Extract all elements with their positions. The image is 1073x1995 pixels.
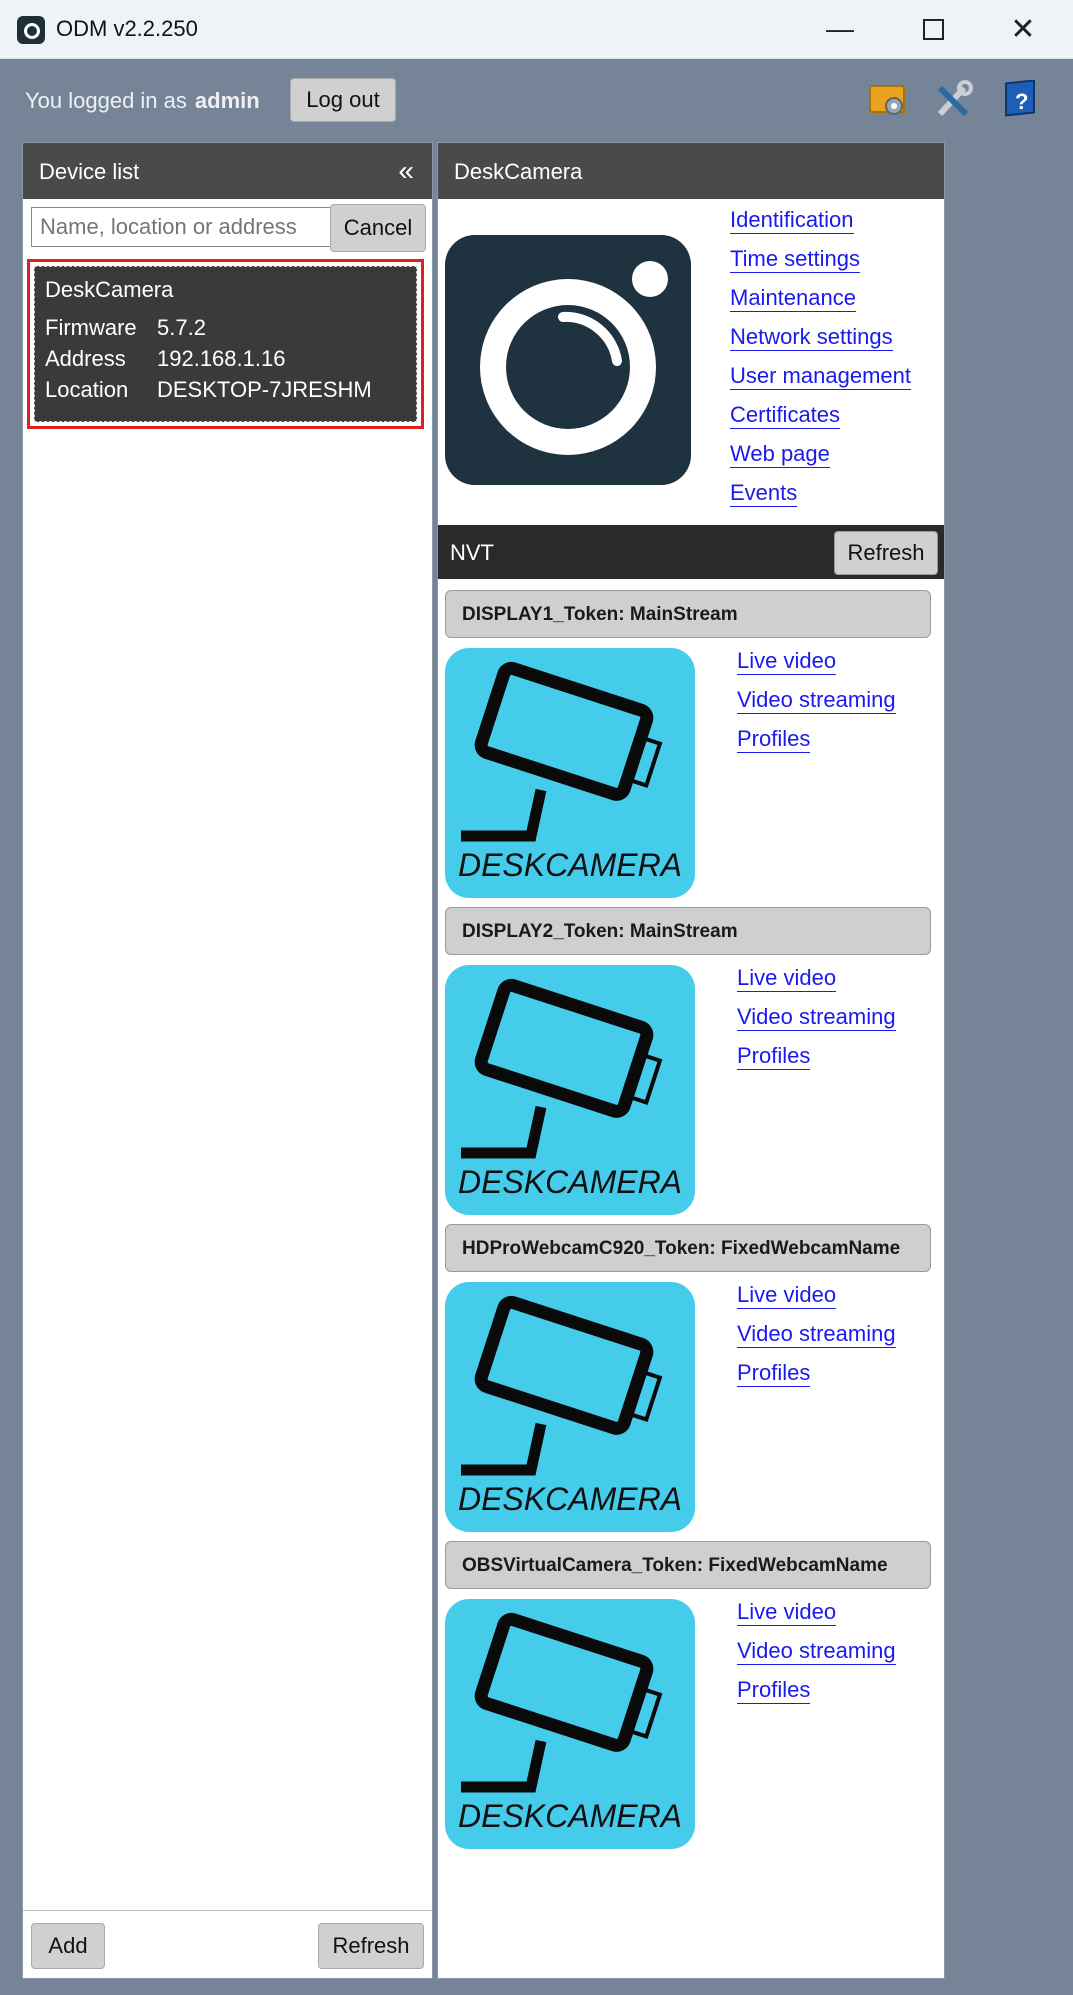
title-bar: ODM v2.2.250 — ✕	[0, 0, 1073, 59]
security-camera-icon	[461, 978, 663, 1159]
add-device-button[interactable]: Add	[31, 1923, 105, 1969]
minimize-button[interactable]: —	[800, 0, 880, 58]
link-live-video[interactable]: Live video	[737, 1282, 837, 1309]
link-video-streaming[interactable]: Video streaming	[737, 1004, 896, 1031]
device-row-value: 5.7.2	[157, 315, 206, 340]
collapse-chevron-icon[interactable]: «	[398, 155, 414, 187]
link-events[interactable]: Events	[730, 480, 798, 507]
link-certificates[interactable]: Certificates	[730, 402, 841, 429]
tile-label: DESKCAMERA	[457, 847, 683, 883]
profile-links: Live video Video streaming Profiles	[737, 1599, 896, 1716]
device-firmware-row: Firmware 5.7.2	[45, 315, 406, 346]
link-user-management[interactable]: User management	[730, 363, 911, 390]
link-maintenance[interactable]: Maintenance	[730, 285, 856, 312]
tile-label: DESKCAMERA	[457, 1481, 683, 1517]
security-camera-icon	[461, 1612, 663, 1793]
link-profiles[interactable]: Profiles	[737, 1360, 811, 1387]
link-web-page[interactable]: Web page	[730, 441, 830, 468]
link-live-video[interactable]: Live video	[737, 965, 837, 992]
device-detail-panel: DeskCamera Identification Time settings …	[437, 142, 945, 1979]
profile-header: OBSVirtualCamera_Token: FixedWebcamName	[445, 1541, 931, 1589]
svg-text:?: ?	[1015, 89, 1028, 114]
device-list-title: Device list	[39, 159, 140, 184]
profile-snapshot[interactable]: DESKCAMERA	[445, 965, 695, 1215]
app-logo-icon	[17, 16, 45, 44]
link-network-settings[interactable]: Network settings	[730, 324, 893, 351]
device-row-key: Address	[45, 346, 126, 371]
tile-label: DESKCAMERA	[457, 1798, 683, 1834]
link-profiles[interactable]: Profiles	[737, 1043, 811, 1070]
tools-icon[interactable]	[934, 80, 974, 120]
profile-links: Live video Video streaming Profiles	[737, 648, 896, 765]
device-row-key: Location	[45, 377, 129, 402]
device-details: DeskCamera Firmware 5.7.2 Address 192.16…	[34, 266, 417, 422]
application-settings-icon[interactable]	[868, 80, 908, 120]
device-list-header: Device list «	[23, 143, 432, 199]
link-identification[interactable]: Identification	[730, 207, 854, 234]
link-profiles[interactable]: Profiles	[737, 726, 811, 753]
device-detail-header: DeskCamera	[438, 143, 944, 199]
link-video-streaming[interactable]: Video streaming	[737, 1638, 896, 1665]
device-row-value: 192.168.1.16	[157, 346, 286, 371]
device-row-value: DESKTOP-7JRESHM	[157, 377, 372, 402]
device-row-key: Firmware	[45, 315, 137, 340]
profile-snapshot[interactable]: DESKCAMERA	[445, 648, 695, 898]
device-name: DeskCamera	[45, 277, 174, 302]
maximize-icon	[922, 18, 944, 40]
link-profiles[interactable]: Profiles	[737, 1677, 811, 1704]
login-prefix: You logged in as	[25, 88, 187, 113]
link-live-video[interactable]: Live video	[737, 1599, 837, 1626]
device-list-panel: Device list « Cancel DeskCamera Firmware…	[22, 142, 433, 1979]
profile-snapshot[interactable]: DESKCAMERA	[445, 1282, 695, 1532]
device-camera-icon	[445, 235, 691, 485]
device-address-row: Address 192.168.1.16	[45, 346, 406, 377]
tile-label: DESKCAMERA	[457, 1164, 683, 1200]
profile-links: Live video Video streaming Profiles	[737, 1282, 896, 1399]
device-list-footer: Add Refresh	[23, 1910, 432, 1978]
close-button[interactable]: ✕	[983, 0, 1063, 58]
security-camera-icon	[461, 1295, 663, 1476]
maximize-button[interactable]	[893, 0, 973, 58]
link-video-streaming[interactable]: Video streaming	[737, 687, 896, 714]
nvt-header: NVT Refresh	[438, 525, 944, 579]
device-location-row: Location DESKTOP-7JRESHM	[45, 377, 406, 408]
refresh-nvt-button[interactable]: Refresh	[834, 531, 938, 575]
device-list-item[interactable]: DeskCamera Firmware 5.7.2 Address 192.16…	[27, 259, 424, 429]
profile-header: HDProWebcamC920_Token: FixedWebcamName	[445, 1224, 931, 1272]
window-title: ODM v2.2.250	[56, 16, 198, 41]
profile-links: Live video Video streaming Profiles	[737, 965, 896, 1082]
nvt-title: NVT	[450, 540, 494, 565]
profile-header: DISPLAY2_Token: MainStream	[445, 907, 931, 955]
username: admin	[194, 88, 260, 113]
login-status: You logged in as admin	[25, 88, 260, 114]
logout-button[interactable]: Log out	[290, 78, 396, 122]
device-search-input[interactable]	[31, 207, 349, 247]
profile-header: DISPLAY1_Token: MainStream	[445, 590, 931, 638]
device-detail-title: DeskCamera	[454, 159, 583, 184]
link-live-video[interactable]: Live video	[737, 648, 837, 675]
odm-window: ODM v2.2.250 — ✕ You logged in as admin L…	[0, 0, 1073, 1995]
refresh-devices-button[interactable]: Refresh	[318, 1923, 424, 1969]
profile-snapshot[interactable]: DESKCAMERA	[445, 1599, 695, 1849]
help-icon[interactable]: ?	[1000, 80, 1040, 120]
cancel-search-button[interactable]: Cancel	[330, 204, 426, 252]
link-video-streaming[interactable]: Video streaming	[737, 1321, 896, 1348]
device-settings-links: Identification Time settings Maintenance…	[730, 207, 911, 519]
link-time-settings[interactable]: Time settings	[730, 246, 861, 273]
security-camera-icon	[461, 661, 663, 842]
